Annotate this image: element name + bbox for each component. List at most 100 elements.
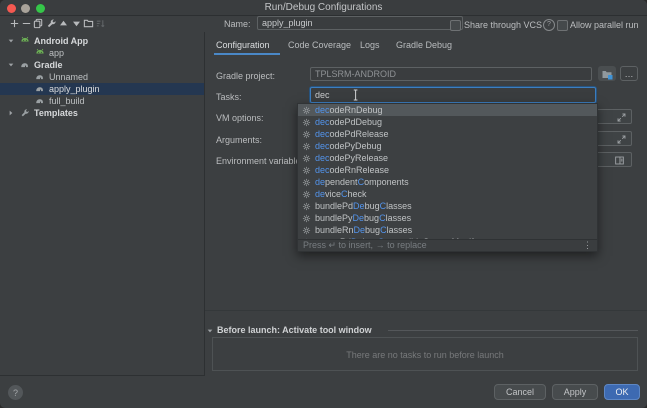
- name-label: Name:: [224, 19, 251, 29]
- completion-text-segment: odePyDebug: [330, 141, 382, 151]
- content-divider: [205, 310, 647, 311]
- completion-text-segment: lasses: [387, 225, 413, 235]
- edit-env-vars-button[interactable]: [611, 154, 627, 166]
- expand-arguments-button[interactable]: [613, 133, 629, 145]
- ok-button[interactable]: OK: [604, 384, 640, 400]
- completion-text-segment: bug: [365, 201, 380, 211]
- android-icon: [20, 36, 30, 46]
- sort-configurations-button: [95, 17, 107, 29]
- gradle-icon: [35, 72, 45, 82]
- gradle-project-label: Gradle project:: [216, 71, 275, 81]
- tree-item-app[interactable]: app: [0, 47, 204, 59]
- edit-templates-button[interactable]: [45, 17, 57, 29]
- tree-item-label: Unnamed: [49, 72, 88, 82]
- tree-item-unnamed[interactable]: Unnamed: [0, 71, 204, 83]
- tree-item-android-app[interactable]: Android App: [0, 35, 204, 47]
- gear-icon: [302, 118, 311, 127]
- chevron-right-icon[interactable]: [7, 109, 15, 117]
- completion-item[interactable]: deviceCheck: [298, 188, 597, 200]
- expand-icon: [616, 112, 627, 123]
- expand-vm-options-button[interactable]: [613, 111, 629, 123]
- completion-item[interactable]: dependentComponents: [298, 176, 597, 188]
- vcs-help-icon[interactable]: ?: [543, 19, 555, 31]
- gear-icon: [302, 106, 311, 115]
- completion-text-segment: De: [353, 213, 365, 223]
- before-launch-divider: [388, 330, 638, 331]
- add-button[interactable]: [8, 17, 20, 29]
- completion-text-segment: bundleRn: [315, 225, 354, 235]
- tasks-label: Tasks:: [216, 92, 242, 102]
- tree-item-label: apply_plugin: [49, 84, 100, 94]
- help-button[interactable]: ?: [8, 385, 23, 400]
- tree-item-label: full_build: [49, 96, 85, 106]
- android-icon: [35, 48, 45, 58]
- tab-logs[interactable]: Logs: [360, 40, 380, 50]
- tree-item-full-build[interactable]: full_build: [0, 95, 204, 107]
- new-folder-button[interactable]: [82, 17, 94, 29]
- completion-text-segment: De: [354, 225, 366, 235]
- completion-item[interactable]: decodeRnDebug: [298, 104, 597, 116]
- tree-item-apply-plugin[interactable]: apply_plugin: [0, 83, 204, 95]
- move-down-button[interactable]: [70, 17, 82, 29]
- window-title: Run/Debug Configurations: [0, 2, 647, 13]
- completion-text-segment: dec: [315, 141, 330, 151]
- task-completion-popup: decodeRnDebugdecodePdDebugdecodePdReleas…: [297, 103, 598, 252]
- completion-item[interactable]: decodePdDebug: [298, 116, 597, 128]
- completion-item[interactable]: decodeRnRelease: [298, 164, 597, 176]
- gear-icon: [302, 226, 311, 235]
- completion-text-segment: odePdDebug: [330, 117, 383, 127]
- completion-text-segment: dec: [315, 165, 330, 175]
- completion-item[interactable]: decodePyDebug: [298, 140, 597, 152]
- tree-item-templates[interactable]: Templates: [0, 107, 204, 119]
- completion-item[interactable]: bundleRnDebugClasses: [298, 224, 597, 236]
- move-up-button[interactable]: [58, 17, 70, 29]
- arguments-label: Arguments:: [216, 135, 262, 145]
- completion-item[interactable]: decodePyRelease: [298, 152, 597, 164]
- share-vcs-label: Share through VCS: [464, 20, 542, 30]
- ibeam-cursor: [352, 89, 359, 101]
- completion-text-segment: de: [315, 189, 325, 199]
- env-vars-label: Environment variables:: [216, 156, 308, 166]
- tree-item-label: Templates: [34, 108, 78, 118]
- tab-code-coverage[interactable]: Code Coverage: [288, 40, 351, 50]
- completion-text-segment: lasses: [386, 213, 412, 223]
- completion-item[interactable]: bundlePdDebugClasses: [298, 200, 597, 212]
- before-launch-list[interactable]: There are no tasks to run before launch: [212, 337, 638, 371]
- completion-text-segment: heck: [348, 189, 367, 199]
- completion-text-segment: dec: [315, 105, 330, 115]
- completion-item[interactable]: bundlePyDebugClasses: [298, 212, 597, 224]
- completion-text-segment: de: [315, 177, 325, 187]
- tab-configuration[interactable]: Configuration: [216, 40, 270, 50]
- chevron-down-icon[interactable]: [7, 61, 15, 69]
- allow-parallel-checkbox[interactable]: [557, 20, 568, 31]
- apply-button[interactable]: Apply: [552, 384, 598, 400]
- gradle-project-field[interactable]: TPLSRM-ANDROID: [310, 67, 592, 81]
- gear-icon: [302, 142, 311, 151]
- completion-text-segment: bundlePy: [315, 213, 353, 223]
- chevron-down-icon[interactable]: [7, 37, 15, 45]
- completion-text-segment: dec: [315, 153, 330, 163]
- cancel-button[interactable]: Cancel: [494, 384, 546, 400]
- gear-icon: [302, 190, 311, 199]
- tree-item-label: Android App: [34, 36, 88, 46]
- choose-gradle-project-button[interactable]: [598, 66, 616, 81]
- folder-icon: [601, 68, 613, 80]
- tab-gradle-debug[interactable]: Gradle Debug: [396, 40, 452, 50]
- completion-list: decodeRnDebugdecodePdDebugdecodePdReleas…: [298, 104, 597, 239]
- before-launch-title: Before launch: Activate tool window: [217, 325, 372, 335]
- remove-button[interactable]: [20, 17, 32, 29]
- collapse-chevron-icon[interactable]: [206, 327, 214, 335]
- share-vcs-checkbox[interactable]: [450, 20, 461, 31]
- more-options-icon[interactable]: ⋮: [583, 240, 592, 251]
- title-bar: Run/Debug Configurations: [0, 0, 647, 16]
- tree-item-gradle[interactable]: Gradle: [0, 59, 204, 71]
- before-launch-empty-text: There are no tasks to run before launch: [213, 350, 637, 360]
- completion-text-segment: De: [353, 201, 365, 211]
- gear-icon: [302, 178, 311, 187]
- completion-item[interactable]: decodePdRelease: [298, 128, 597, 140]
- completion-text-segment: odePdRelease: [330, 129, 389, 139]
- copy-button[interactable]: [33, 17, 45, 29]
- browse-button[interactable]: …: [620, 66, 638, 81]
- gear-icon: [302, 154, 311, 163]
- name-input[interactable]: [257, 16, 463, 30]
